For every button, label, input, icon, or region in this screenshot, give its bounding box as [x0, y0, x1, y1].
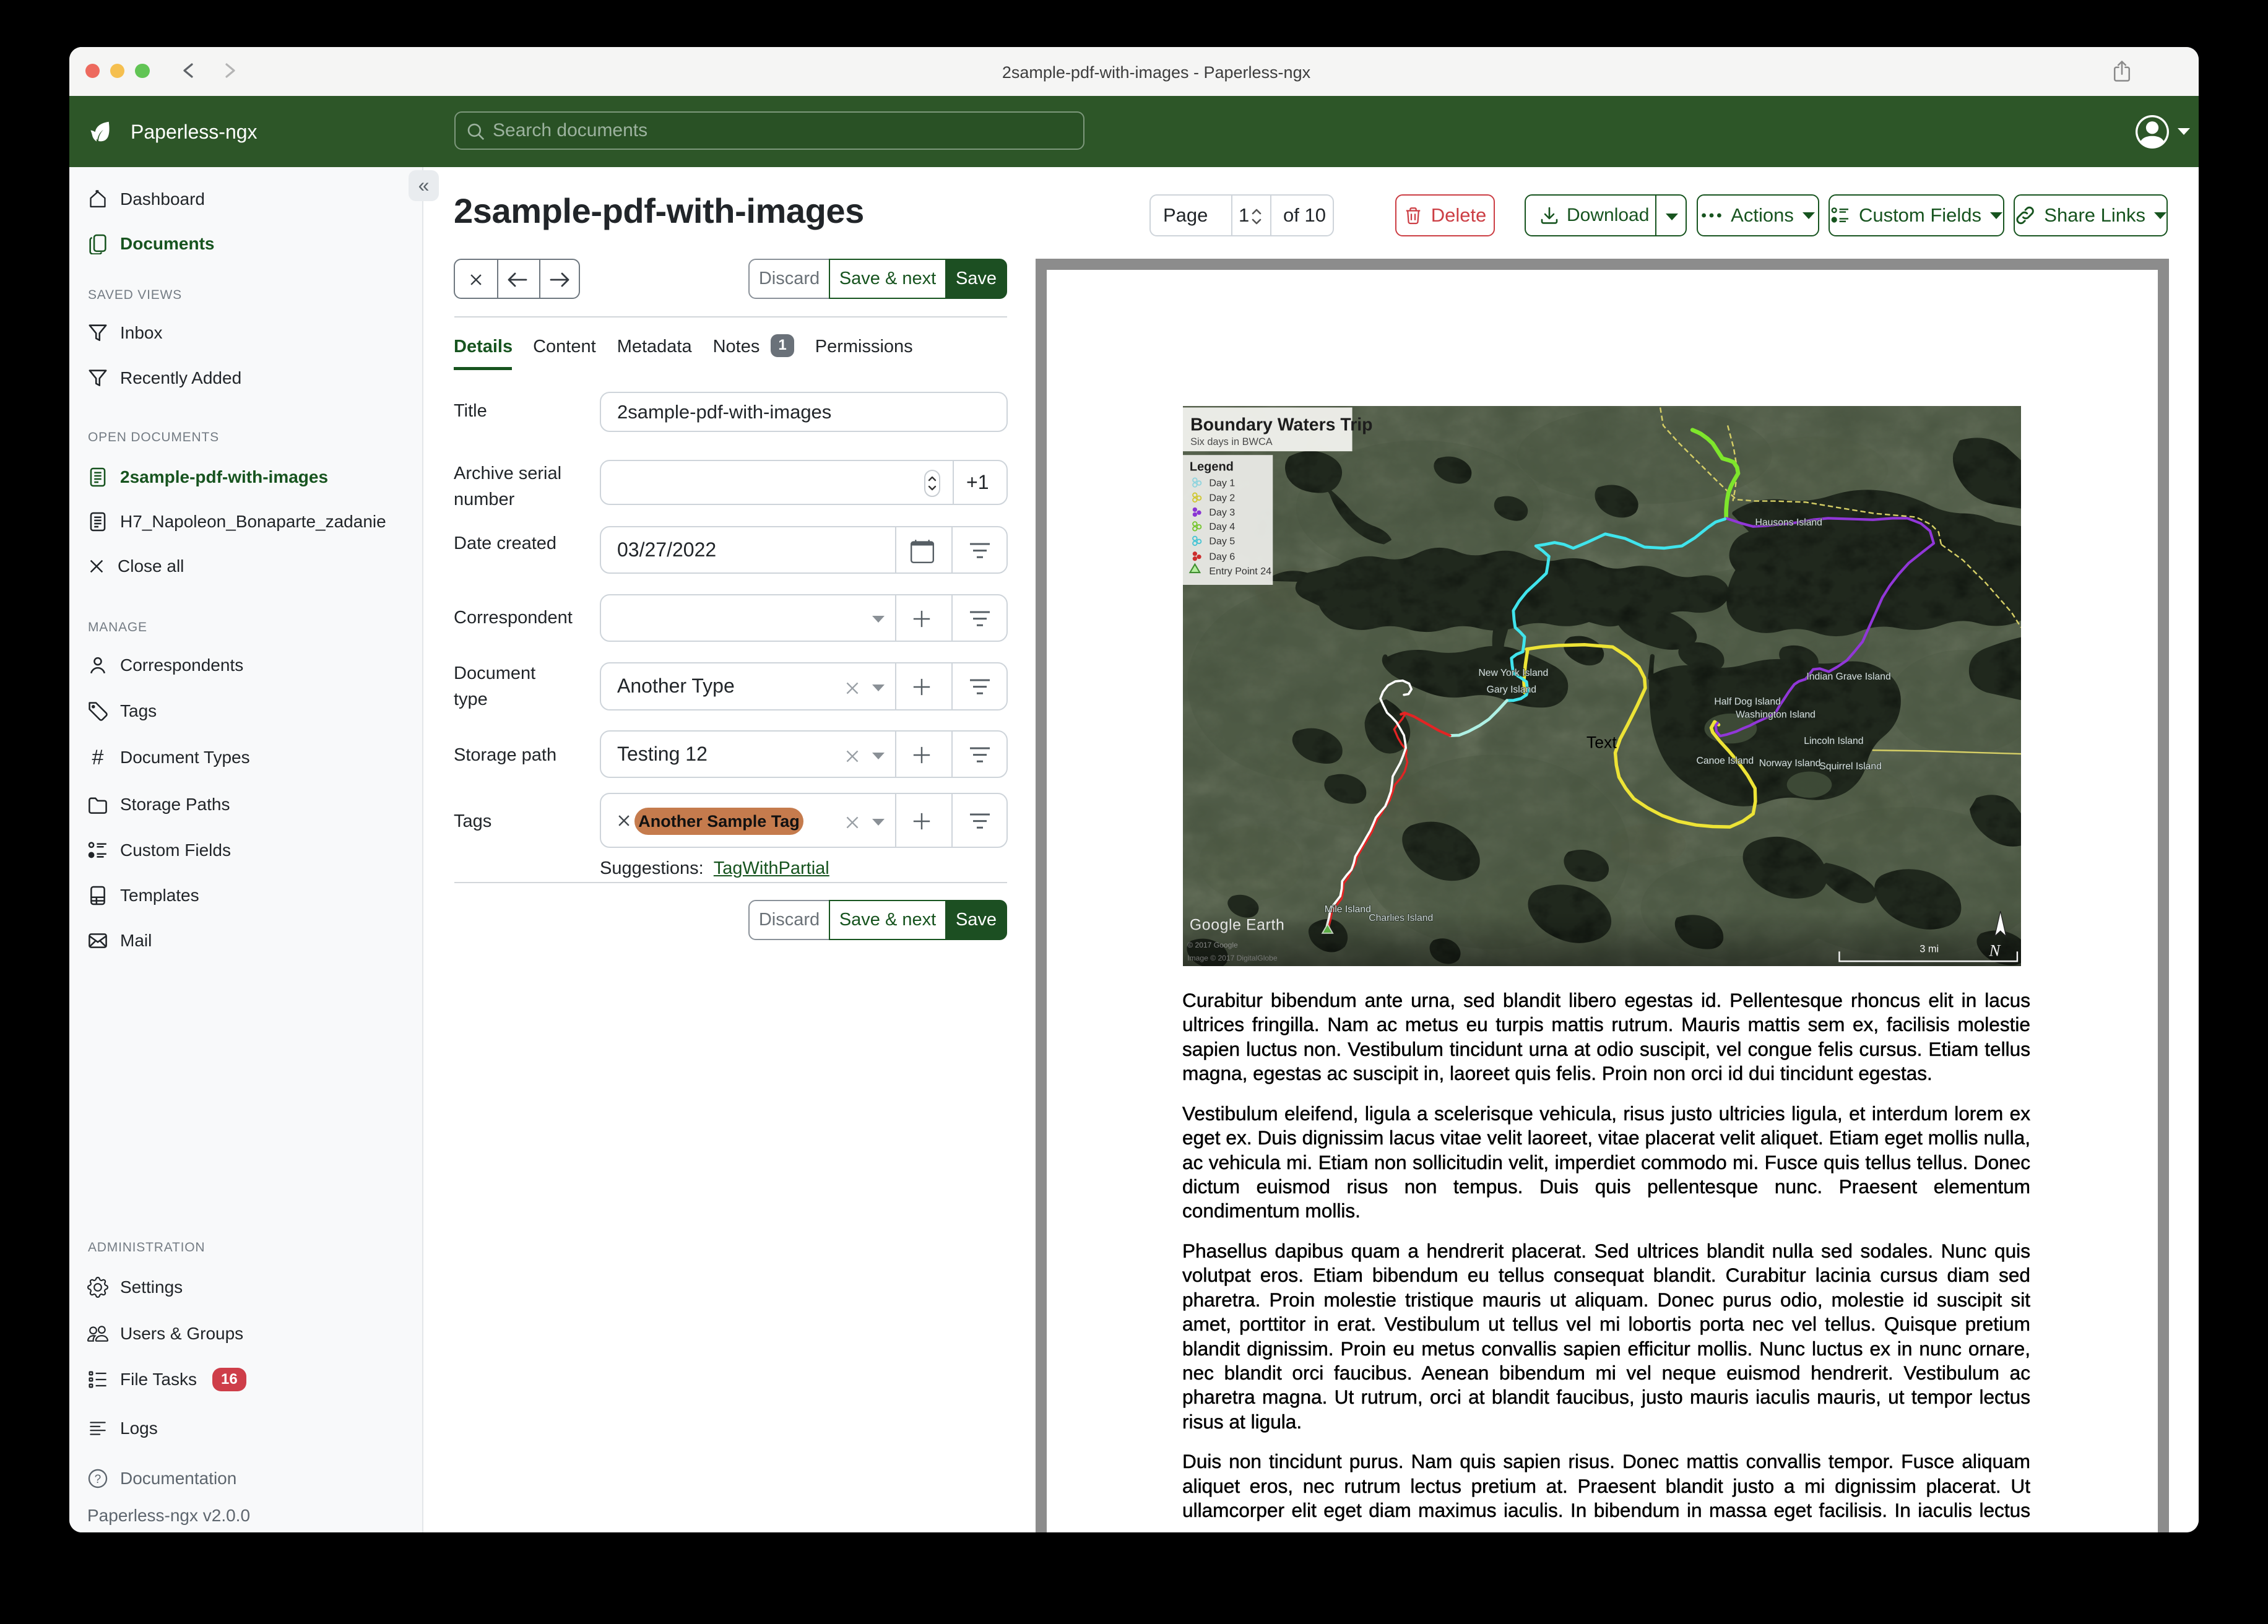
svg-text:Day 2: Day 2	[1209, 493, 1235, 504]
svg-text:Day 6: Day 6	[1209, 551, 1235, 562]
svg-text:Canoe Island: Canoe Island	[1696, 756, 1754, 766]
svg-text:Lincoln Island: Lincoln Island	[1804, 736, 1863, 746]
svg-text:Washington Island: Washington Island	[1736, 710, 1816, 720]
svg-text:Squirrel Island: Squirrel Island	[1819, 761, 1882, 772]
svg-text:Day 4: Day 4	[1209, 521, 1235, 532]
svg-text:Day 5: Day 5	[1209, 536, 1235, 547]
svg-text:Day 1: Day 1	[1209, 477, 1235, 488]
svg-text:Indian Grave Island: Indian Grave Island	[1806, 672, 1890, 682]
svg-text:Legend: Legend	[1190, 460, 1234, 474]
svg-text:Six days in BWCA: Six days in BWCA	[1190, 436, 1273, 447]
svg-text:Gary Island: Gary Island	[1487, 685, 1536, 695]
svg-text:?: ?	[95, 1473, 102, 1486]
svg-text:Day 3: Day 3	[1209, 507, 1235, 518]
svg-text:New York Island: New York Island	[1478, 668, 1548, 678]
svg-text:Text: Text	[1586, 733, 1617, 752]
svg-text:Boundary Waters Trip: Boundary Waters Trip	[1190, 415, 1372, 434]
svg-text:Norway Island: Norway Island	[1759, 758, 1821, 769]
svg-text:Hausons Island: Hausons Island	[1755, 517, 1822, 528]
svg-text:Half Dog Island: Half Dog Island	[1714, 696, 1781, 707]
svg-text:3 mi: 3 mi	[1920, 944, 1939, 955]
svg-text:Entry Point 24: Entry Point 24	[1209, 566, 1271, 577]
svg-text:N: N	[1989, 941, 2001, 960]
